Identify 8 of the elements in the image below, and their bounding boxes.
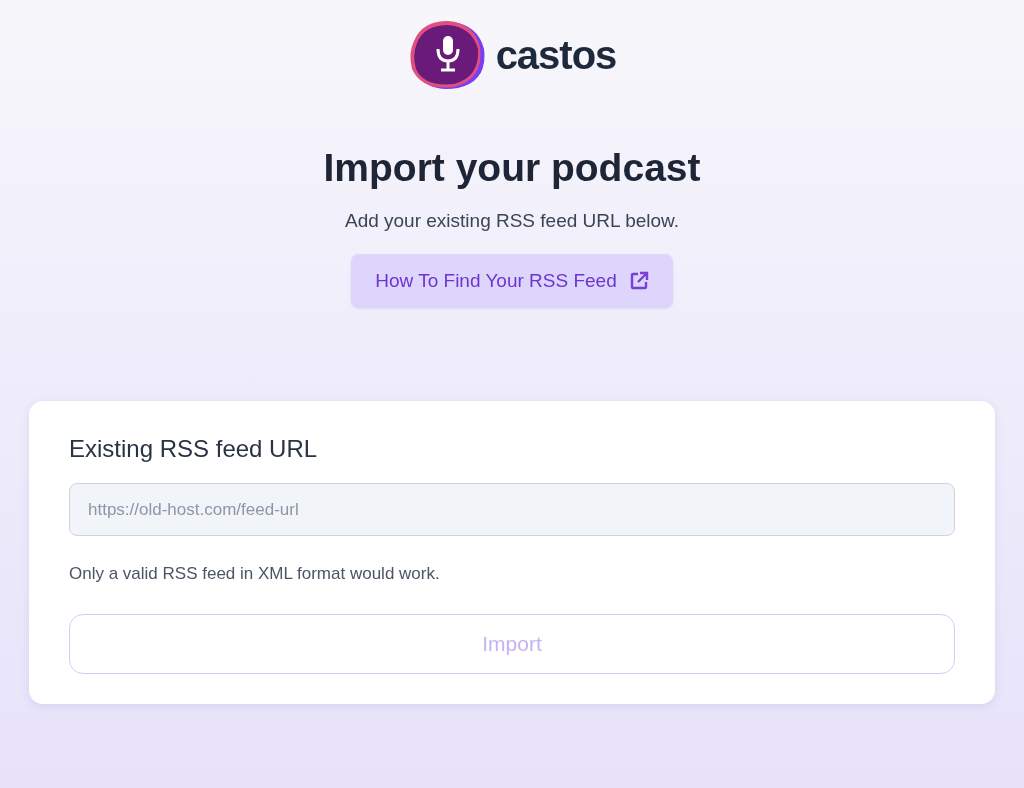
subtitle-text: Add your existing RSS feed URL below.: [344, 210, 680, 232]
url-input-field[interactable]: https://old-host.com/feed-url: [69, 483, 955, 536]
page-title: Import your podcast: [323, 146, 701, 190]
help-link-button[interactable]: How To Find Your RSS Feed: [351, 254, 673, 308]
field-label: Existing RSS feed URL: [69, 435, 319, 463]
logo-wordmark: castos: [495, 32, 617, 78]
hint-text: Only a valid RSS feed in XML format would work.: [69, 564, 441, 584]
external-link-icon: [628, 271, 649, 291]
